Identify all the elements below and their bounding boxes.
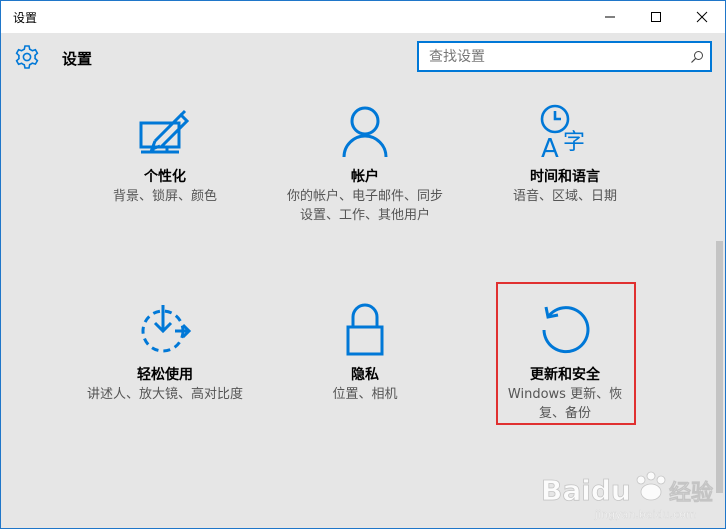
tile-description: 语音、区域、日期 [512,189,617,204]
tile-title: 帐户 [351,169,379,185]
lock-icon [346,303,384,356]
tile-description: 讲述人、放大镜、高对比度 [86,387,243,402]
tile-title: 隐私 [351,367,379,383]
highlight-box [496,282,636,425]
tile-title: 个性化 [144,169,186,185]
tile-ease-of-access[interactable]: 轻松使用 讲述人、放大镜、高对比度 [80,299,250,404]
settings-window: 设置 设置 查找设置 个性化 背景、锁屏、颜色 帐户 你的帐户、电子邮件、同步设… [0,0,726,529]
search-input[interactable] [419,43,689,70]
ease-of-access-icon [141,305,192,353]
gear-icon [15,45,39,69]
svg-text:经验: 经验 [669,480,713,506]
svg-text:jingyan.baidu.com: jingyan.baidu.com [594,508,697,521]
tile-description: 位置、相机 [332,387,398,402]
close-button[interactable] [679,1,725,33]
account-icon [342,106,388,158]
tile-title: 轻松使用 [137,367,193,383]
svg-text:A: A [541,134,559,159]
minimize-button[interactable] [587,1,633,33]
title-bar: 设置 [1,1,725,33]
tile-accounts[interactable]: 帐户 你的帐户、电子邮件、同步设置、工作、其他用户 [280,101,450,225]
scrollbar[interactable] [713,81,725,528]
maximize-button[interactable] [633,1,679,33]
tile-personalization[interactable]: 个性化 背景、锁屏、颜色 [80,101,250,206]
close-icon [696,11,708,23]
tile-description: 背景、锁屏、颜色 [112,189,217,204]
time-language-icon: A 字 [540,104,585,159]
maximize-icon [651,12,661,22]
tile-time-language[interactable]: A 字 时间和语言 语音、区域、日期 [480,101,650,206]
baidu-watermark: Baidu 经验 jingyan.baidu.com [537,466,717,524]
personalization-icon [139,109,190,154]
svg-text:字: 字 [563,130,585,155]
svg-text:Baidu: Baidu [541,474,631,507]
tile-privacy[interactable]: 隐私 位置、相机 [280,299,450,404]
scrollbar-thumb[interactable] [716,241,723,493]
window-title: 设置 [13,11,38,25]
tile-description: 你的帐户、电子邮件、同步设置、工作、其他用户 [286,189,443,223]
search-icon[interactable] [690,50,704,64]
page-title: 设置 [62,50,93,68]
search-box[interactable] [417,41,712,72]
tile-title: 时间和语言 [530,169,600,185]
minimize-icon [605,16,615,18]
settings-header: 设置 [1,33,725,81]
baidu-logo-icon: Baidu 经验 jingyan.baidu.com [541,471,713,521]
